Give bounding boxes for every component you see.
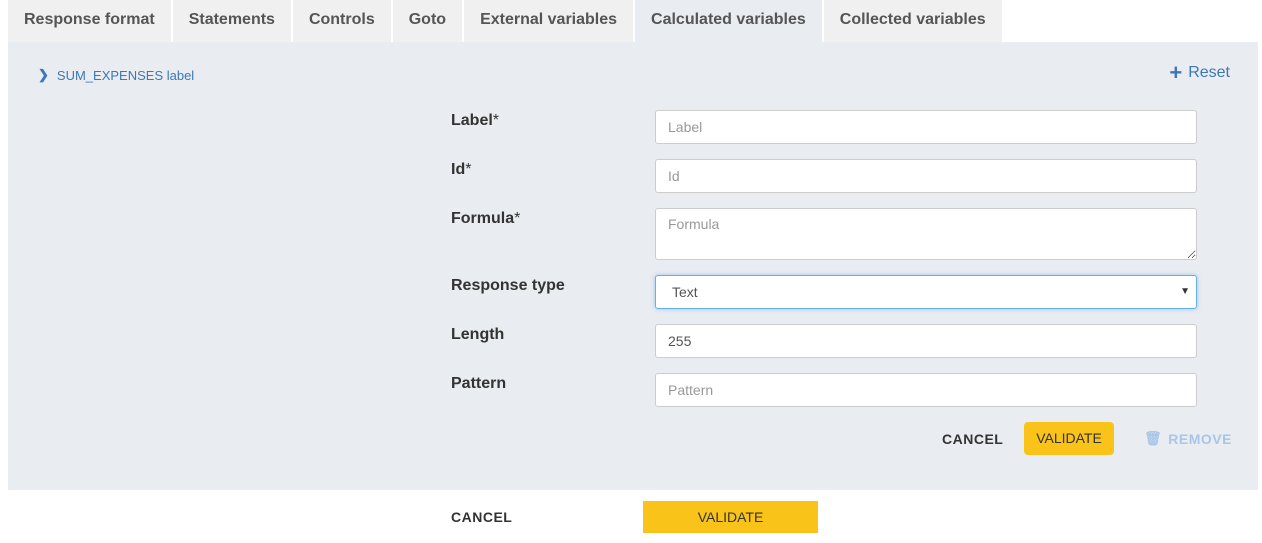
tab-goto[interactable]: Goto — [392, 0, 463, 42]
tab-calculated-variables[interactable]: Calculated variables — [635, 0, 822, 42]
footer-validate-button[interactable]: VALIDATE — [643, 501, 818, 533]
pattern-input[interactable] — [655, 373, 1197, 407]
label-input[interactable] — [655, 110, 1197, 144]
pattern-label: Pattern — [451, 375, 507, 392]
tab-external-variables[interactable]: External variables — [464, 0, 634, 42]
response-type-select[interactable]: Text ▼ — [655, 275, 1197, 309]
formula-field-label: Formula* — [451, 210, 521, 227]
tab-response-format[interactable]: Response format — [8, 0, 171, 42]
id-input[interactable] — [655, 159, 1197, 193]
tab-controls[interactable]: Controls — [292, 0, 391, 42]
remove-button[interactable]: 🗑 REMOVE — [1144, 430, 1232, 447]
length-label: Length — [451, 326, 505, 343]
formula-textarea[interactable] — [655, 208, 1197, 260]
trash-icon: 🗑 — [1144, 430, 1163, 446]
tab-bar: Response format Statements Controls Goto… — [8, 0, 1004, 42]
response-type-value: Text — [672, 284, 698, 300]
calculated-variables-panel: ❯ SUM_EXPENSES label + Reset Label* Id* … — [8, 42, 1258, 490]
expander-label: SUM_EXPENSES label — [56, 67, 195, 83]
chevron-right-icon: ❯ — [38, 67, 49, 82]
form-cancel-button[interactable]: CANCEL — [942, 431, 1003, 447]
label-field-label: Label* — [451, 112, 500, 129]
caret-down-icon: ▼ — [1180, 286, 1190, 297]
tab-collected-variables[interactable]: Collected variables — [823, 0, 1002, 42]
length-input[interactable] — [655, 324, 1197, 358]
footer-cancel-button[interactable]: CANCEL — [451, 509, 512, 525]
plus-icon: + — [1169, 60, 1183, 85]
tab-statements[interactable]: Statements — [172, 0, 291, 42]
response-type-label: Response type — [451, 277, 565, 294]
id-field-label: Id* — [451, 161, 472, 178]
variable-expander[interactable]: ❯ SUM_EXPENSES label — [38, 67, 194, 83]
form-validate-button[interactable]: VALIDATE — [1024, 422, 1114, 455]
reset-label: Reset — [1188, 64, 1230, 81]
reset-button[interactable]: + Reset — [1169, 60, 1230, 85]
remove-label: REMOVE — [1168, 430, 1232, 447]
